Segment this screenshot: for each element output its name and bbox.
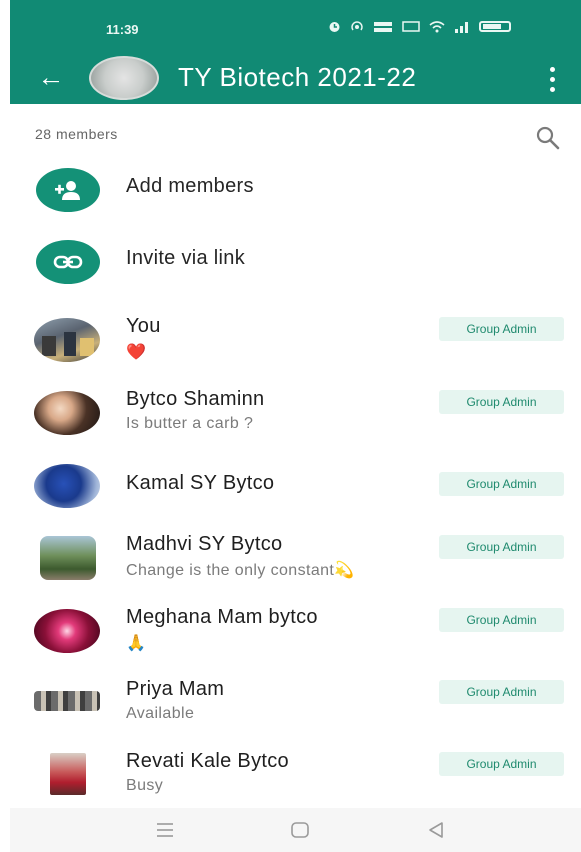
member-row-madhvi-sy-bytco[interactable]: Madhvi SY Bytco Change is the only const… <box>0 530 581 602</box>
member-status: Busy <box>126 777 164 794</box>
member-status: 🙏 <box>126 635 147 652</box>
back-triangle-icon[interactable] <box>422 818 450 842</box>
invite-via-link-button[interactable]: Invite via link <box>0 232 581 298</box>
recents-icon[interactable] <box>151 818 179 842</box>
group-admin-badge: Group Admin <box>439 680 564 704</box>
group-admin-badge: Group Admin <box>439 317 564 341</box>
alarm-icon <box>329 22 340 32</box>
member-status: Change is the only constant💫 <box>126 562 355 579</box>
member-name: Bytco Shaminn <box>126 388 265 410</box>
member-status: ❤️ <box>126 344 147 361</box>
member-status: Available <box>126 705 195 722</box>
battery-icon <box>479 21 511 32</box>
system-nav-bar <box>10 808 581 852</box>
member-row-priya-mam[interactable]: Priya Mam Available Group Admin <box>0 675 581 747</box>
avatar[interactable] <box>40 536 96 580</box>
member-name: You <box>126 315 161 337</box>
search-icon[interactable] <box>534 124 562 152</box>
back-arrow-icon[interactable]: ← <box>34 62 68 96</box>
status-indicators <box>328 20 511 33</box>
link-icon <box>36 240 100 284</box>
group-title[interactable]: TY Biotech 2021-22 <box>178 62 416 93</box>
signal-icon <box>455 22 468 33</box>
members-count: 28 members <box>35 126 118 142</box>
group-admin-badge: Group Admin <box>439 390 564 414</box>
member-row-meghana-mam-bytco[interactable]: Meghana Mam bytco 🙏 Group Admin <box>0 603 581 675</box>
member-name: Revati Kale Bytco <box>126 750 289 772</box>
add-members-label: Add members <box>126 175 254 197</box>
status-bar: 11:39 <box>10 0 581 52</box>
member-name: Kamal SY Bytco <box>126 472 275 494</box>
home-icon[interactable] <box>286 818 314 842</box>
member-name: Madhvi SY Bytco <box>126 533 283 555</box>
group-avatar[interactable] <box>89 56 159 100</box>
group-admin-badge: Group Admin <box>439 752 564 776</box>
app-header: 11:39 ← TY Biotech 2021-22 <box>10 0 581 104</box>
avatar[interactable] <box>50 753 86 795</box>
avatar[interactable] <box>34 464 100 508</box>
member-name: Priya Mam <box>126 678 225 700</box>
member-name: Meghana Mam bytco <box>126 606 318 628</box>
volte-icon <box>402 21 420 32</box>
add-members-button[interactable]: Add members <box>0 160 581 226</box>
avatar[interactable] <box>34 609 100 653</box>
status-time: 11:39 <box>106 22 139 37</box>
data-speed-icon <box>374 22 392 32</box>
group-admin-badge: Group Admin <box>439 535 564 559</box>
members-bar: 28 members <box>0 104 581 160</box>
invite-via-link-label: Invite via link <box>126 247 245 269</box>
hotspot-icon <box>351 21 363 31</box>
member-row-bytco-shaminn[interactable]: Bytco Shaminn Is butter a carb ? Group A… <box>0 385 581 457</box>
avatar[interactable] <box>34 318 100 362</box>
member-status: Is butter a carb ? <box>126 415 254 432</box>
group-admin-badge: Group Admin <box>439 472 564 496</box>
toolbar: ← TY Biotech 2021-22 <box>10 52 581 104</box>
group-admin-badge: Group Admin <box>439 608 564 632</box>
wifi-icon <box>429 21 445 33</box>
avatar[interactable] <box>34 391 100 435</box>
add-person-icon <box>36 168 100 212</box>
member-row-you[interactable]: You ❤️ Group Admin <box>0 312 581 384</box>
avatar[interactable] <box>34 691 100 711</box>
more-options-icon[interactable] <box>540 64 564 94</box>
member-row-kamal-sy-bytco[interactable]: Kamal SY Bytco Group Admin <box>0 458 581 530</box>
